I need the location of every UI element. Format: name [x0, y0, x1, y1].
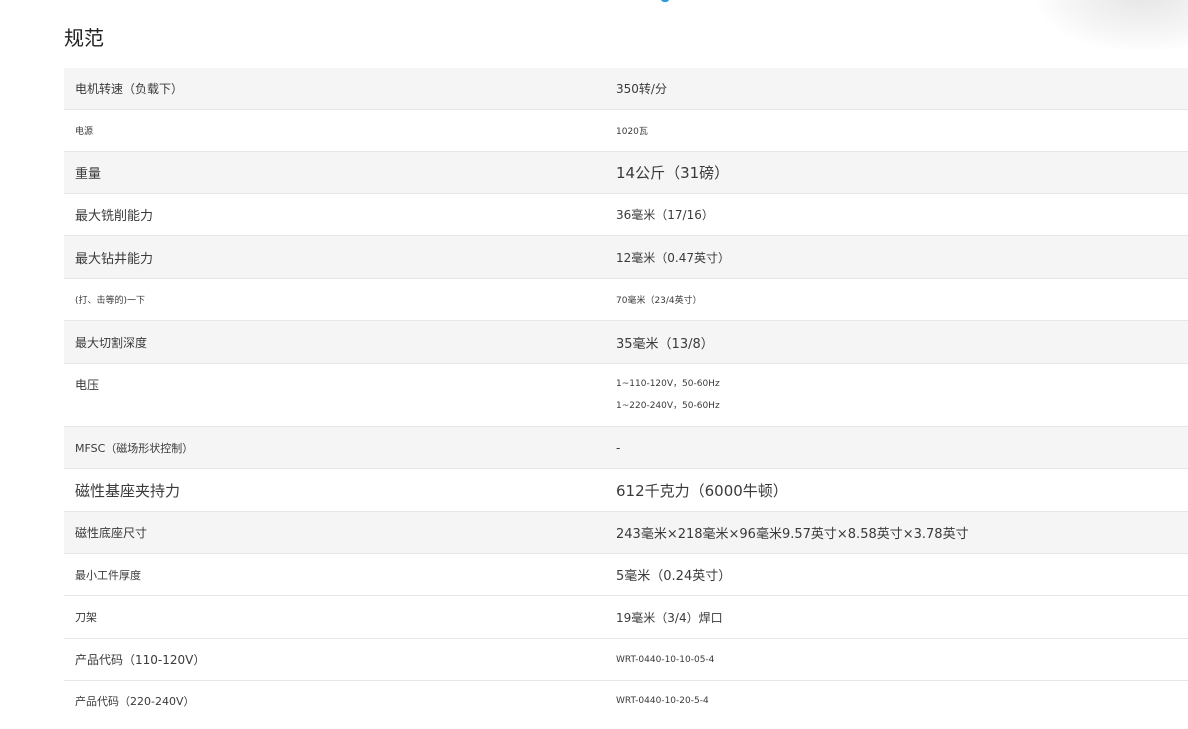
top-accent-bar — [661, 0, 669, 2]
table-row: 电源 1020瓦 — [64, 110, 1188, 152]
table-row: 产品代码（220-240V） WRT-0440-10-20-5-4 — [64, 681, 1188, 721]
spec-label: 产品代码（220-240V） — [75, 695, 195, 708]
spec-label: 产品代码（110-120V） — [75, 653, 206, 667]
table-row: 磁性基座夹持力 612千克力（6000牛顿） — [64, 469, 1188, 512]
spec-value: 612千克力（6000牛顿） — [616, 481, 788, 500]
spec-value: 70毫米（23/4英寸） — [616, 296, 702, 306]
spec-label: (打、击等的)一下 — [75, 296, 146, 306]
table-row: 刀架 19毫米（3/4）焊口 — [64, 596, 1188, 639]
table-row: 最大切割深度 35毫米（13/8） — [64, 321, 1188, 364]
spec-value: 36毫米（17/16） — [616, 208, 714, 222]
table-row: 最大钻井能力 12毫米（0.47英寸） — [64, 236, 1188, 279]
spec-value: 35毫米（13/8） — [616, 336, 714, 352]
top-right-shadow — [1038, 0, 1188, 50]
spec-value: WRT-0440-10-20-5-4 — [616, 696, 709, 706]
spec-label: 磁性底座尺寸 — [75, 526, 148, 540]
spec-label: 最大切割深度 — [75, 335, 148, 350]
spec-value: 243毫米×218毫米×96毫米9.57英寸×8.58英寸×3.78英寸 — [616, 527, 969, 542]
spec-value: 1020瓦 — [616, 127, 648, 137]
spec-label: 电机转速（负载下） — [75, 82, 184, 96]
section-title: 规范 — [64, 26, 104, 50]
spec-label: 刀架 — [75, 611, 97, 624]
table-row: 重量 14公斤（31磅） — [64, 152, 1188, 194]
spec-label: 磁性基座夹持力 — [75, 481, 181, 500]
table-row: 产品代码（110-120V） WRT-0440-10-10-05-4 — [64, 639, 1188, 681]
spec-label: MFSC（磁场形状控制） — [75, 441, 194, 455]
spec-value: 5毫米（0.24英寸） — [616, 569, 732, 584]
table-row: 磁性底座尺寸 243毫米×218毫米×96毫米9.57英寸×8.58英寸×3.7… — [64, 512, 1188, 554]
spec-value: 12毫米（0.47英寸） — [616, 250, 730, 265]
spec-label: 最大钻井能力 — [75, 251, 154, 267]
spec-label: 电源 — [75, 127, 94, 137]
spec-label: 重量 — [75, 167, 102, 182]
spec-value: - — [616, 440, 621, 455]
spec-value: 1~110-120V，50-60Hz 1~220-240V，50-60Hz — [616, 379, 720, 411]
spec-value: 19毫米（3/4）焊口 — [616, 610, 723, 625]
table-row: 最小工件厚度 5毫米（0.24英寸） — [64, 554, 1188, 596]
table-row: (打、击等的)一下 70毫米（23/4英寸） — [64, 279, 1188, 321]
spec-page: 规范 电机转速（负载下） 350转/分 电源 1020瓦 重量 14公斤（31磅… — [0, 0, 1188, 729]
table-row: 最大铣削能力 36毫米（17/16） — [64, 194, 1188, 236]
spec-value: 350转/分 — [616, 82, 667, 96]
table-row: MFSC（磁场形状控制） - — [64, 427, 1188, 469]
spec-value: 14公斤（31磅） — [616, 164, 730, 182]
spec-label: 电压 — [75, 378, 100, 392]
spec-label: 最小工件厚度 — [75, 568, 141, 582]
table-row: 电机转速（负载下） 350转/分 — [64, 68, 1188, 110]
spec-value: WRT-0440-10-10-05-4 — [616, 654, 715, 665]
spec-label: 最大铣削能力 — [75, 209, 154, 224]
table-row: 电压 1~110-120V，50-60Hz 1~220-240V，50-60Hz — [64, 364, 1188, 427]
spec-table: 电机转速（负载下） 350转/分 电源 1020瓦 重量 14公斤（31磅） 最… — [64, 68, 1188, 721]
